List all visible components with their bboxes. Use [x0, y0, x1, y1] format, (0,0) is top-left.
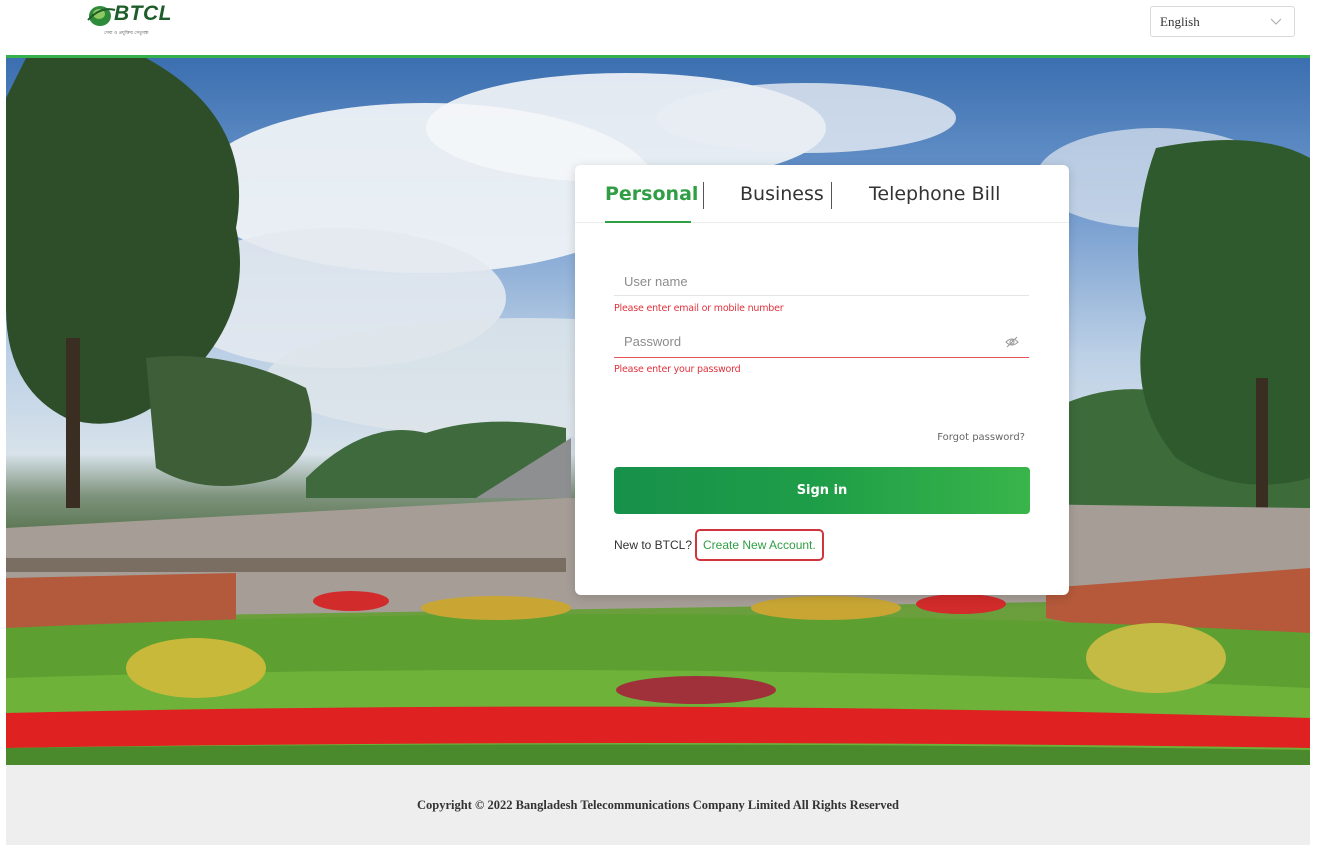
tab-business[interactable]: Business [740, 183, 824, 205]
sign-in-button[interactable]: Sign in [614, 467, 1030, 514]
tab-divider [831, 182, 832, 209]
login-card: Personal Business Telephone Bill Please … [575, 165, 1069, 595]
tab-divider [703, 182, 704, 209]
logo-tagline: সেবা ও প্রযুক্তির সেতুবন্ধ [104, 31, 149, 36]
copyright-text: Copyright © 2022 Bangladesh Telecommunic… [417, 798, 899, 812]
password-error: Please enter your password [614, 364, 741, 375]
chevron-down-icon [1270, 18, 1282, 25]
eye-slash-icon[interactable] [1005, 335, 1019, 349]
globe-icon [87, 6, 116, 26]
create-new-account-link[interactable]: Create New Account. [695, 529, 824, 561]
footer: Copyright © 2022 Bangladesh Telecommunic… [6, 765, 1310, 845]
language-select[interactable]: English [1150, 6, 1295, 37]
password-input[interactable] [614, 326, 1029, 357]
username-input[interactable] [614, 266, 1029, 297]
tab-personal[interactable]: Personal [605, 183, 698, 205]
active-tab-indicator [605, 221, 691, 223]
logo-text: BTCL [114, 2, 172, 25]
password-field [614, 326, 1029, 359]
username-error: Please enter email or mobile number [614, 303, 784, 314]
btcl-logo[interactable]: BTCL সেবা ও প্রযুক্তির সেতুবন্ধ [86, 2, 206, 38]
login-tabs: Personal Business Telephone Bill [575, 165, 1069, 223]
top-header: BTCL সেবা ও প্রযুক্তির সেতুবন্ধ English [0, 0, 1320, 55]
new-to-btcl-label: New to BTCL? [614, 538, 693, 552]
password-underline [614, 357, 1029, 358]
language-selected-value: English [1160, 14, 1200, 29]
tab-telephone-bill[interactable]: Telephone Bill [869, 183, 1000, 205]
username-underline [614, 295, 1029, 296]
forgot-password-link[interactable]: Forgot password? [937, 432, 1025, 443]
